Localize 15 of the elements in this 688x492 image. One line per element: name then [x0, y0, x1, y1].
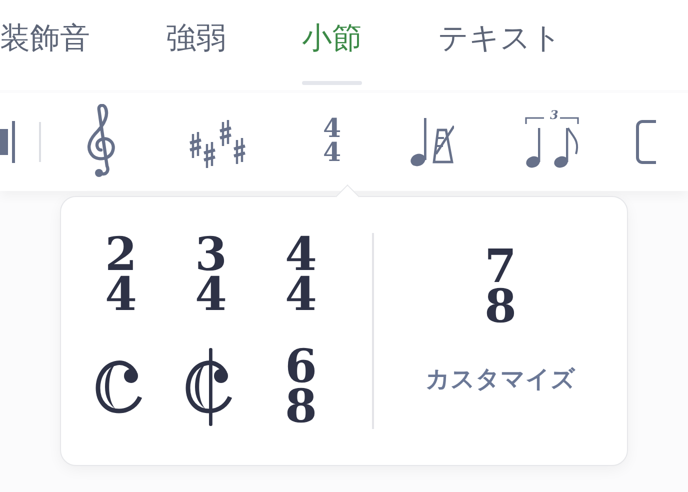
time-signature-option[interactable]: 2 4 [104, 235, 137, 315]
tab[interactable]: 装飾音 [0, 18, 90, 85]
tab[interactable]: 小節 [302, 18, 362, 85]
box-icon[interactable] [636, 120, 656, 164]
time-signature-option[interactable]: 3 4 [194, 235, 227, 315]
triplet-number: 3 [550, 108, 558, 122]
time-signature-option[interactable]: 6 8 [284, 347, 317, 427]
customize-label[interactable]: カスタマイズ [426, 362, 576, 395]
time-signature-option[interactable]: 4 4 [284, 235, 317, 315]
time-signature-button[interactable]: 4 4 [322, 118, 342, 166]
metronome-icon[interactable] [410, 116, 454, 168]
tab[interactable]: 強弱 [166, 18, 226, 85]
barline-icon[interactable] [0, 121, 18, 163]
tab[interactable]: テキスト [438, 18, 562, 85]
custom-time-signature[interactable]: 7 8 [484, 247, 516, 327]
